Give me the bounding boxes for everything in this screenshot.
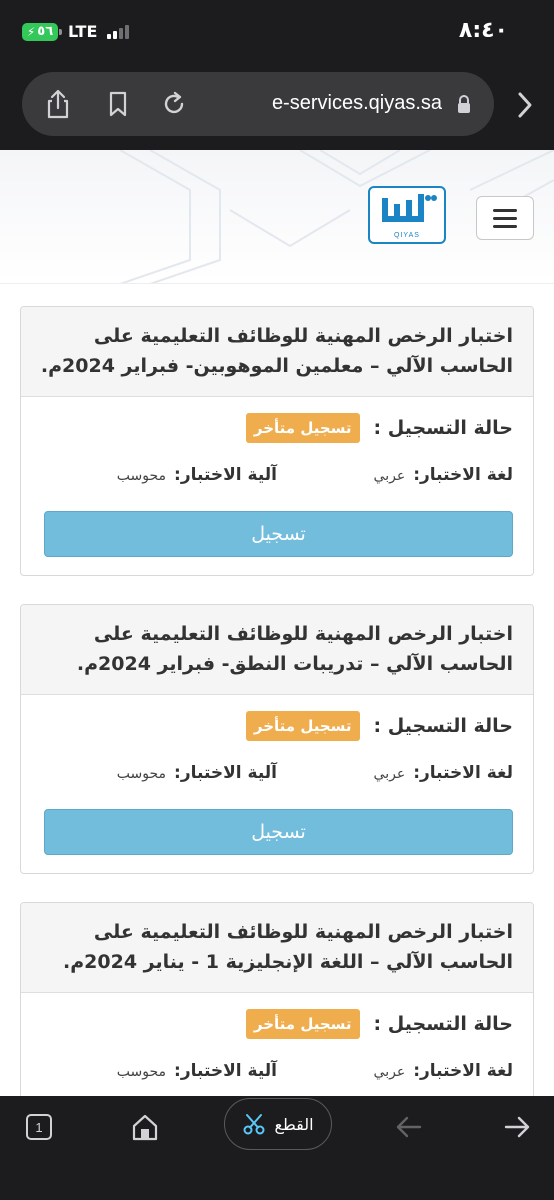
browser-toolbar: 1 القطع <box>0 1096 554 1200</box>
mechanism-value: محوسب <box>116 766 167 782</box>
card-title-line: اختبار الرخص المهنية للوظائف التعليمية ع… <box>93 325 513 347</box>
card-title-line: الحاسب الآلي – معلمين الموهوبين- فبراير … <box>40 355 513 377</box>
card-body: حالة التسجيل : تسجيل متأخر لغة الاختبار:… <box>21 695 533 873</box>
cut-button[interactable]: القطع <box>224 1098 332 1150</box>
site-header <box>0 150 554 284</box>
meta-row: لغة الاختبار: عربي آلية الاختبار: محوسب <box>39 465 513 495</box>
forward-arrow-icon[interactable] <box>502 1112 532 1142</box>
card-title-line: الحاسب الآلي – تدريبات النطق- فبراير 202… <box>76 653 513 675</box>
back-arrow-icon[interactable] <box>394 1112 424 1142</box>
tabs-icon[interactable]: 1 <box>24 1112 54 1142</box>
battery-icon: ⚡ ٥٦ <box>22 22 62 41</box>
card-header: اختبار الرخص المهنية للوظائف التعليمية ع… <box>21 307 533 397</box>
tab-count: 1 <box>35 1120 42 1135</box>
mechanism-field: آلية الاختبار: محوسب <box>117 1061 277 1081</box>
card-title-line: اختبار الرخص المهنية للوظائف التعليمية ع… <box>93 921 513 943</box>
language-field: لغة الاختبار: عربي <box>374 465 513 485</box>
card-body: حالة التسجيل : تسجيل متأخر لغة الاختبار:… <box>21 993 533 1096</box>
card-header: اختبار الرخص المهنية للوظائف التعليمية ع… <box>21 605 533 695</box>
lock-icon <box>458 95 470 113</box>
card-body: حالة التسجيل : تسجيل متأخر لغة الاختبار:… <box>21 397 533 575</box>
bookmark-icon[interactable] <box>102 88 134 120</box>
mechanism-value: محوسب <box>116 468 167 484</box>
language-field: لغة الاختبار: عربي <box>374 1061 513 1081</box>
language-field: لغة الاختبار: عربي <box>374 763 513 783</box>
status-row: حالة التسجيل : تسجيل متأخر <box>245 413 513 443</box>
language-label: لغة الاختبار: <box>413 1061 513 1081</box>
register-button[interactable]: تسجيل <box>44 511 513 557</box>
card-header: اختبار الرخص المهنية للوظائف التعليمية ع… <box>21 903 533 993</box>
mechanism-value: محوسب <box>116 1064 167 1080</box>
language-value: عربي <box>373 468 406 484</box>
register-button[interactable]: تسجيل <box>44 809 513 855</box>
menu-bar-icon <box>493 208 517 212</box>
signal-icon <box>107 24 130 39</box>
logo-text: QIYAS <box>394 232 420 239</box>
status-time: ٨:٤٠ <box>458 18 508 43</box>
status-indicators: ⚡ ٥٦ LTE <box>22 22 130 41</box>
battery-level: ٥٦ <box>37 24 54 39</box>
logo-mark <box>382 194 437 222</box>
address-bar[interactable]: e-services.qiyas.sa <box>22 72 494 136</box>
status-label: حالة التسجيل : <box>373 715 513 737</box>
charging-icon: ⚡ <box>26 24 36 39</box>
status-label: حالة التسجيل : <box>373 417 513 439</box>
exam-card: اختبار الرخص المهنية للوظائف التعليمية ع… <box>20 604 534 874</box>
header-pattern <box>119 150 554 283</box>
status-row: حالة التسجيل : تسجيل متأخر <box>245 711 513 741</box>
mechanism-field: آلية الاختبار: محوسب <box>117 763 277 783</box>
exam-list[interactable]: اختبار الرخص المهنية للوظائف التعليمية ع… <box>0 284 554 1096</box>
scissors-icon <box>243 1114 265 1135</box>
cut-label: القطع <box>274 1114 314 1134</box>
card-title-line: الحاسب الآلي – اللغة الإنجليزية 1 - يناي… <box>63 951 513 973</box>
status-badge: تسجيل متأخر <box>245 1009 360 1039</box>
mechanism-label: آلية الاختبار: <box>174 1061 277 1081</box>
mechanism-label: آلية الاختبار: <box>174 465 277 485</box>
status-badge: تسجيل متأخر <box>245 711 360 741</box>
url-text[interactable]: e-services.qiyas.sa <box>272 92 442 115</box>
exam-card: اختبار الرخص المهنية للوظائف التعليمية ع… <box>20 306 534 576</box>
mechanism-label: آلية الاختبار: <box>174 763 277 783</box>
network-type: LTE <box>68 22 98 41</box>
mechanism-field: آلية الاختبار: محوسب <box>117 465 277 485</box>
status-row: حالة التسجيل : تسجيل متأخر <box>245 1009 513 1039</box>
chevron-right-icon[interactable] <box>514 90 536 120</box>
status-badge: تسجيل متأخر <box>245 413 360 443</box>
share-icon[interactable] <box>42 88 74 120</box>
language-label: لغة الاختبار: <box>413 763 513 783</box>
exam-card: اختبار الرخص المهنية للوظائف التعليمية ع… <box>20 902 534 1096</box>
qiyas-logo[interactable]: QIYAS <box>368 186 446 244</box>
meta-row: لغة الاختبار: عربي آلية الاختبار: محوسب <box>39 763 513 793</box>
reload-icon[interactable] <box>158 88 190 120</box>
language-value: عربي <box>373 766 406 782</box>
card-title-line: اختبار الرخص المهنية للوظائف التعليمية ع… <box>93 623 513 645</box>
meta-row: لغة الاختبار: عربي آلية الاختبار: محوسب <box>39 1061 513 1091</box>
language-label: لغة الاختبار: <box>413 465 513 485</box>
status-label: حالة التسجيل : <box>373 1013 513 1035</box>
home-icon[interactable] <box>130 1112 160 1142</box>
language-value: عربي <box>373 1064 406 1080</box>
menu-bar-icon <box>493 224 517 228</box>
hamburger-menu-button[interactable] <box>476 196 534 240</box>
menu-bar-icon <box>493 216 517 220</box>
browser-chrome: ٨:٤٠ ⚡ ٥٦ LTE e-services.qiyas.sa <box>0 0 554 150</box>
